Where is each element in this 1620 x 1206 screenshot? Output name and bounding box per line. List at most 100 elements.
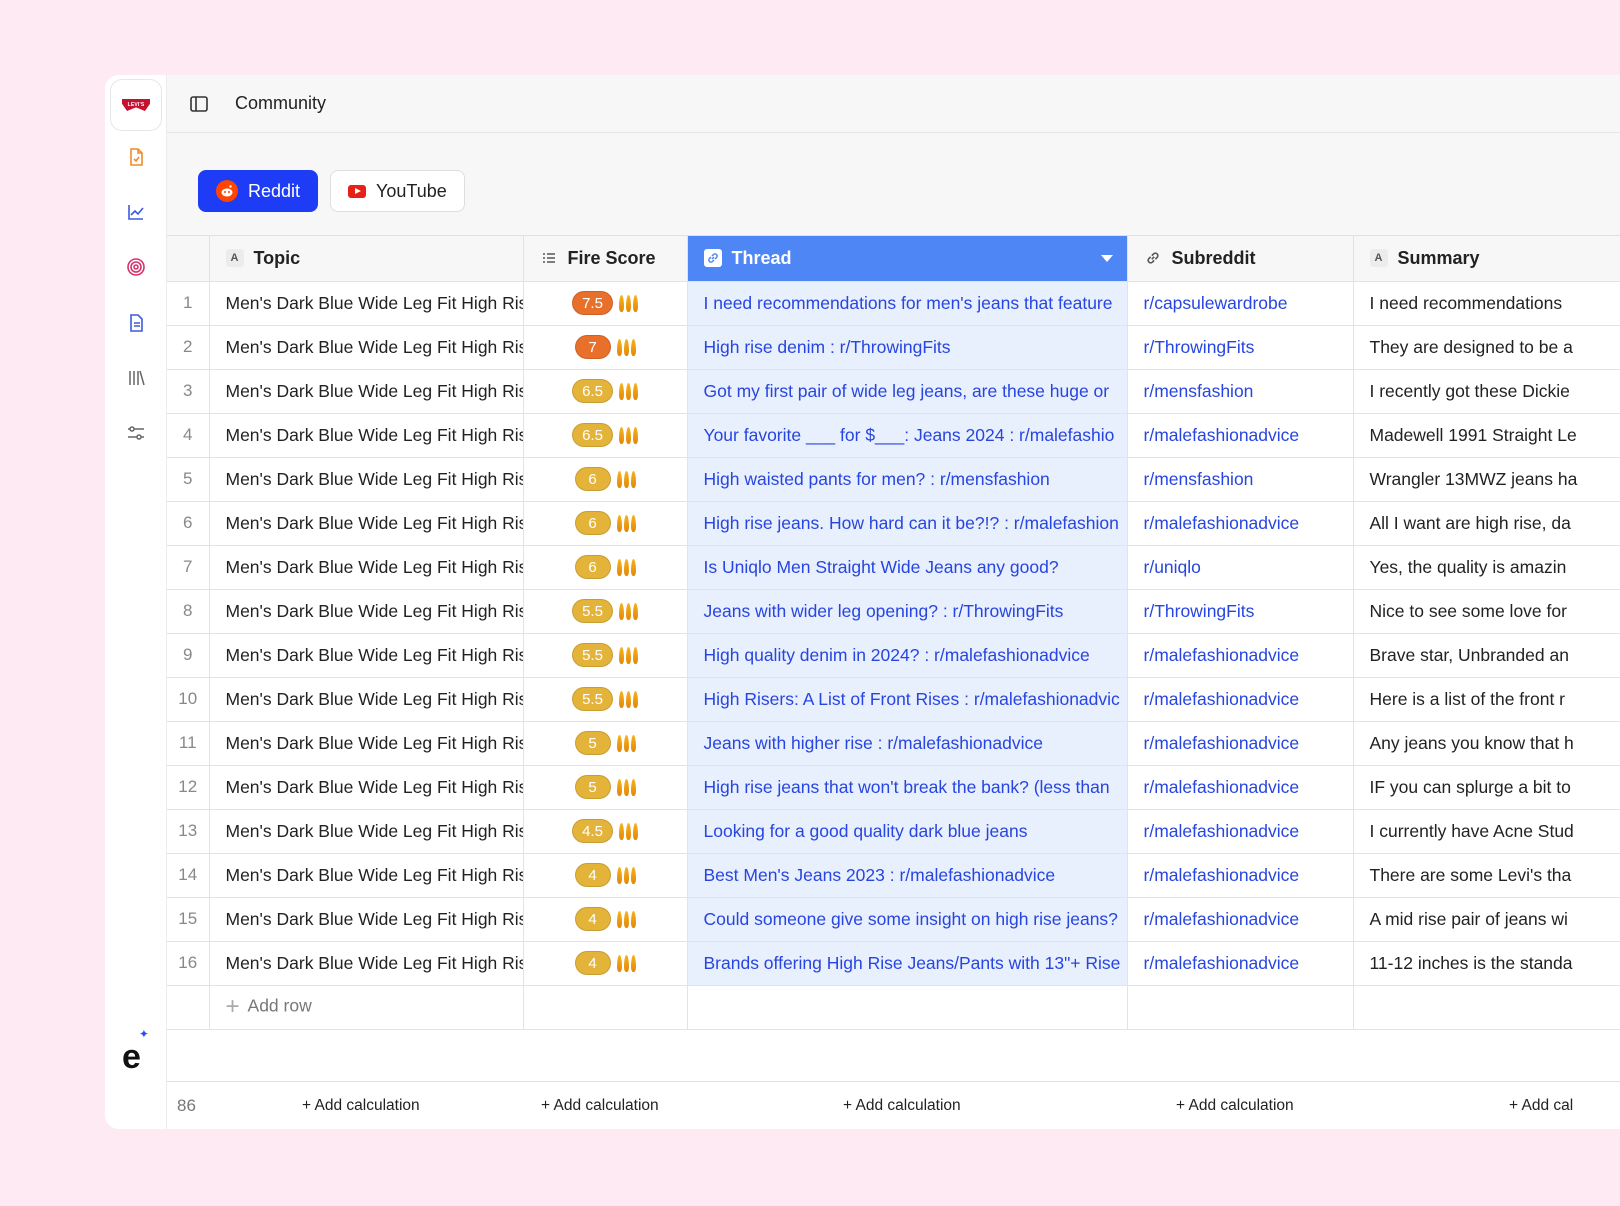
cell-subreddit-link[interactable]: r/malefashionadvice xyxy=(1127,809,1354,854)
cell-topic[interactable]: Men's Dark Blue Wide Leg Fit High Rise xyxy=(209,281,524,326)
cell-topic[interactable]: Men's Dark Blue Wide Leg Fit High Rise xyxy=(209,545,524,590)
cell-topic[interactable]: Men's Dark Blue Wide Leg Fit High Rise xyxy=(209,589,524,634)
cell-fire-score[interactable]: 4 xyxy=(523,941,688,986)
column-header-fire-score[interactable]: Fire Score xyxy=(523,236,688,282)
table-row[interactable]: 12 Men's Dark Blue Wide Leg Fit High Rise… xyxy=(167,765,1620,810)
add-row-button[interactable]: + Add row xyxy=(209,985,524,1030)
cell-summary[interactable]: I need recommendations xyxy=(1353,281,1620,326)
cell-fire-score[interactable]: 6 xyxy=(523,457,688,502)
cell-topic[interactable]: Men's Dark Blue Wide Leg Fit High Rise xyxy=(209,721,524,766)
table-row[interactable]: 10 Men's Dark Blue Wide Leg Fit High Rise… xyxy=(167,677,1620,722)
add-calculation-summary[interactable]: + Add cal xyxy=(1509,1097,1573,1115)
add-calculation-thread[interactable]: + Add calculation xyxy=(843,1097,961,1115)
settings-sliders-icon[interactable] xyxy=(124,421,148,445)
tab-reddit[interactable]: Reddit xyxy=(198,170,319,212)
cell-summary[interactable]: All I want are high rise, da xyxy=(1353,501,1620,546)
cell-fire-score[interactable]: 6.5 xyxy=(523,413,688,458)
cell-subreddit-link[interactable]: r/mensfashion xyxy=(1127,369,1354,414)
cell-subreddit-link[interactable]: r/ThrowingFits xyxy=(1127,589,1354,634)
cell-fire-score[interactable]: 5.5 xyxy=(523,677,688,722)
target-icon[interactable] xyxy=(124,255,148,279)
table-row[interactable]: 11 Men's Dark Blue Wide Leg Fit High Rise… xyxy=(167,721,1620,766)
cell-topic[interactable]: Men's Dark Blue Wide Leg Fit High Rise xyxy=(209,369,524,414)
cell-topic[interactable]: Men's Dark Blue Wide Leg Fit High Rise xyxy=(209,809,524,854)
cell-subreddit-link[interactable]: r/malefashionadvice xyxy=(1127,941,1354,986)
chart-line-icon[interactable] xyxy=(124,200,148,224)
add-calculation-topic[interactable]: + Add calculation xyxy=(302,1097,420,1115)
cell-topic[interactable]: Men's Dark Blue Wide Leg Fit High Rise xyxy=(209,633,524,678)
table-row[interactable]: 1 Men's Dark Blue Wide Leg Fit High Rise 7… xyxy=(167,281,1620,326)
table-row[interactable]: 7 Men's Dark Blue Wide Leg Fit High Rise 6… xyxy=(167,545,1620,590)
cell-fire-score[interactable]: 5.5 xyxy=(523,589,688,634)
cell-fire-score[interactable]: 6 xyxy=(523,545,688,590)
cell-summary[interactable]: Brave star, Unbranded an xyxy=(1353,633,1620,678)
table-row[interactable]: 5 Men's Dark Blue Wide Leg Fit High Rise 6… xyxy=(167,457,1620,502)
cell-summary[interactable]: 11-12 inches is the standa xyxy=(1353,941,1620,986)
add-row[interactable]: + Add row xyxy=(167,985,1620,1030)
cell-thread-link[interactable]: Brands offering High Rise Jeans/Pants wi… xyxy=(687,941,1128,986)
cell-summary[interactable]: A mid rise pair of jeans wi xyxy=(1353,897,1620,942)
cell-fire-score[interactable]: 4 xyxy=(523,853,688,898)
cell-summary[interactable]: They are designed to be a xyxy=(1353,325,1620,370)
cell-summary[interactable]: IF you can splurge a bit to xyxy=(1353,765,1620,810)
cell-thread-link[interactable]: Jeans with wider leg opening? : r/Throwi… xyxy=(687,589,1128,634)
cell-topic[interactable]: Men's Dark Blue Wide Leg Fit High Rise xyxy=(209,853,524,898)
cell-summary[interactable]: Here is a list of the front r xyxy=(1353,677,1620,722)
cell-summary[interactable]: Wrangler 13MWZ jeans ha xyxy=(1353,457,1620,502)
cell-thread-link[interactable]: High Risers: A List of Front Rises : r/m… xyxy=(687,677,1128,722)
cell-thread-link[interactable]: High rise jeans. How hard can it be?!? :… xyxy=(687,501,1128,546)
cell-fire-score[interactable]: 5.5 xyxy=(523,633,688,678)
cell-subreddit-link[interactable]: r/malefashionadvice xyxy=(1127,853,1354,898)
cell-subreddit-link[interactable]: r/mensfashion xyxy=(1127,457,1354,502)
table-row[interactable]: 15 Men's Dark Blue Wide Leg Fit High Rise… xyxy=(167,897,1620,942)
cell-topic[interactable]: Men's Dark Blue Wide Leg Fit High Rise xyxy=(209,765,524,810)
cell-thread-link[interactable]: Got my first pair of wide leg jeans, are… xyxy=(687,369,1128,414)
cell-topic[interactable]: Men's Dark Blue Wide Leg Fit High Rise xyxy=(209,457,524,502)
cell-topic[interactable]: Men's Dark Blue Wide Leg Fit High Rise xyxy=(209,677,524,722)
cell-thread-link[interactable]: High quality denim in 2024? : r/malefash… xyxy=(687,633,1128,678)
cell-thread-link[interactable]: High rise denim : r/ThrowingFits xyxy=(687,325,1128,370)
column-header-thread[interactable]: Thread xyxy=(687,236,1128,282)
cell-summary[interactable]: Nice to see some love for xyxy=(1353,589,1620,634)
tab-youtube[interactable]: YouTube xyxy=(330,170,465,212)
table-row[interactable]: 4 Men's Dark Blue Wide Leg Fit High Rise 6… xyxy=(167,413,1620,458)
cell-summary[interactable]: Yes, the quality is amazin xyxy=(1353,545,1620,590)
table-row[interactable]: 13 Men's Dark Blue Wide Leg Fit High Rise… xyxy=(167,809,1620,854)
cell-fire-score[interactable]: 7 xyxy=(523,325,688,370)
cell-thread-link[interactable]: Looking for a good quality dark blue jea… xyxy=(687,809,1128,854)
cell-fire-score[interactable]: 7.5 xyxy=(523,281,688,326)
cell-summary[interactable]: I recently got these Dickie xyxy=(1353,369,1620,414)
workspace-logo-button[interactable]: LEVI'S xyxy=(110,79,162,131)
cell-thread-link[interactable]: Jeans with higher rise : r/malefashionad… xyxy=(687,721,1128,766)
table-row[interactable]: 9 Men's Dark Blue Wide Leg Fit High Rise 5… xyxy=(167,633,1620,678)
add-calculation-subreddit[interactable]: + Add calculation xyxy=(1176,1097,1294,1115)
cell-topic[interactable]: Men's Dark Blue Wide Leg Fit High Rise xyxy=(209,325,524,370)
column-menu-chevron-down-icon[interactable] xyxy=(1100,255,1113,262)
add-calculation-fire-score[interactable]: + Add calculation xyxy=(541,1097,659,1115)
cell-thread-link[interactable]: High rise jeans that won't break the ban… xyxy=(687,765,1128,810)
column-header-summary[interactable]: A Summary xyxy=(1353,236,1620,282)
cell-fire-score[interactable]: 5 xyxy=(523,721,688,766)
cell-subreddit-link[interactable]: r/uniqlo xyxy=(1127,545,1354,590)
cell-fire-score[interactable]: 4 xyxy=(523,897,688,942)
cell-summary[interactable]: Any jeans you know that h xyxy=(1353,721,1620,766)
brand-mark[interactable]: e✦ xyxy=(122,1028,151,1074)
cell-topic[interactable]: Men's Dark Blue Wide Leg Fit High Rise xyxy=(209,413,524,458)
cell-subreddit-link[interactable]: r/malefashionadvice xyxy=(1127,721,1354,766)
sidebar-toggle-icon[interactable] xyxy=(188,93,210,115)
cell-subreddit-link[interactable]: r/malefashionadvice xyxy=(1127,897,1354,942)
cell-thread-link[interactable]: Is Uniqlo Men Straight Wide Jeans any go… xyxy=(687,545,1128,590)
cell-topic[interactable]: Men's Dark Blue Wide Leg Fit High Rise xyxy=(209,897,524,942)
cell-subreddit-link[interactable]: r/malefashionadvice xyxy=(1127,413,1354,458)
cell-thread-link[interactable]: Best Men's Jeans 2023 : r/malefashionadv… xyxy=(687,853,1128,898)
cell-subreddit-link[interactable]: r/malefashionadvice xyxy=(1127,501,1354,546)
column-header-topic[interactable]: A Topic xyxy=(209,236,524,282)
cell-summary[interactable]: I currently have Acne Stud xyxy=(1353,809,1620,854)
table-row[interactable]: 6 Men's Dark Blue Wide Leg Fit High Rise 6… xyxy=(167,501,1620,546)
table-row[interactable]: 2 Men's Dark Blue Wide Leg Fit High Rise 7… xyxy=(167,325,1620,370)
cell-summary[interactable]: Madewell 1991 Straight Le xyxy=(1353,413,1620,458)
cell-fire-score[interactable]: 5 xyxy=(523,765,688,810)
document-icon[interactable] xyxy=(124,311,148,335)
cell-topic[interactable]: Men's Dark Blue Wide Leg Fit High Rise xyxy=(209,941,524,986)
document-check-icon[interactable] xyxy=(124,145,148,169)
